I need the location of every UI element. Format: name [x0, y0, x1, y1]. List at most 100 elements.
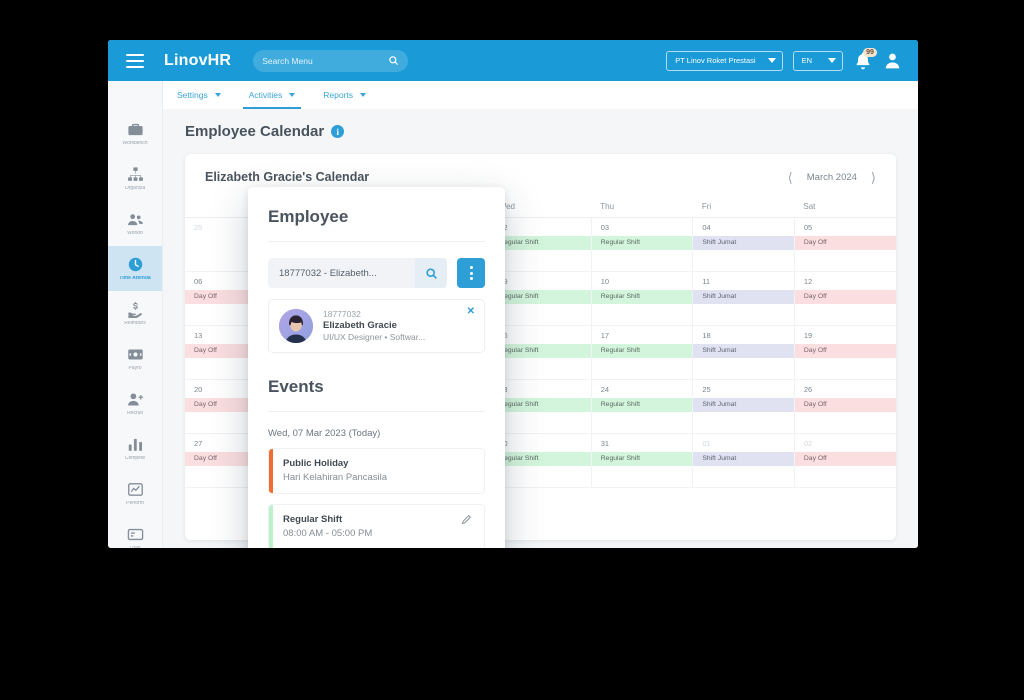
calendar-day-number: 02: [803, 439, 813, 448]
payroll-icon: [127, 349, 143, 360]
calendar-day-number: 30: [490, 434, 591, 452]
chevron-down-icon: [360, 93, 367, 97]
event-title: Public Holiday: [283, 458, 349, 469]
tab-settings-label: Settings: [177, 90, 208, 100]
chevron-left-icon[interactable]: ⟨: [788, 171, 793, 184]
calendar-event-chip[interactable]: Shift Jumat: [693, 344, 794, 359]
tab-settings[interactable]: Settings: [163, 81, 235, 109]
tab-reports[interactable]: Reports: [309, 81, 380, 109]
calendar-day-cell[interactable]: 03 Regular Shift: [591, 217, 694, 272]
search-input[interactable]: [262, 55, 389, 66]
calendar-day-number: 17: [600, 331, 610, 340]
calendar-day-cell[interactable]: 10 Regular Shift: [591, 271, 694, 326]
page-title-text: Employee Calendar: [185, 123, 325, 140]
sidebar-item-workbench[interactable]: Workbench: [108, 111, 162, 156]
sidebar-item-time-attendance[interactable]: Time Attenda: [108, 246, 162, 291]
event-item[interactable]: Regular Shift 08:00 AM - 05:00 PM: [268, 504, 485, 548]
calendar-day-cell[interactable]: 24 Regular Shift: [591, 379, 694, 434]
sidebar-item-workbench-label: Workbench: [122, 140, 148, 146]
employee-search-button[interactable]: [415, 258, 447, 288]
calendar-event-chip[interactable]: Shift Jumat: [693, 452, 794, 467]
page-title: Employee Calendar i: [185, 123, 896, 140]
event-item[interactable]: Public Holiday Hari Kelahiran Pancasila: [268, 448, 485, 494]
sidebar-item-loan[interactable]: Loan: [108, 516, 162, 548]
sidebar-item-performance[interactable]: Perform: [108, 471, 162, 516]
tab-reports-label: Reports: [323, 90, 354, 100]
global-search-box[interactable]: [253, 49, 409, 72]
sidebar-item-organization[interactable]: Organiza: [108, 156, 162, 201]
user-avatar-icon[interactable]: [883, 51, 902, 70]
calendar-event-chip[interactable]: Regular Shift: [490, 344, 591, 359]
calendar-event-chip[interactable]: Day Off: [794, 452, 896, 467]
event-subtitle: Hari Kelahiran Pancasila: [283, 472, 388, 483]
event-item-text: Public Holiday Hari Kelahiran Pancasila: [283, 458, 387, 483]
calendar-day-cell[interactable]: 02 Day Off: [794, 433, 896, 488]
hamburger-menu-icon[interactable]: [126, 53, 144, 68]
tab-activities-label: Activities: [248, 90, 283, 100]
calendar-day-cell[interactable]: 12 Day Off: [794, 271, 896, 326]
more-vertical-icon-dot: [469, 266, 473, 269]
calendar-event-chip[interactable]: Day Off: [794, 344, 896, 359]
calendar-event-chip[interactable]: Regular Shift: [490, 398, 591, 413]
calendar-event-chip[interactable]: Regular Shift: [591, 344, 693, 359]
close-icon[interactable]: ✕: [467, 307, 475, 317]
calendar-day-number: 04: [702, 223, 711, 232]
employee-search-box[interactable]: [268, 258, 447, 288]
info-icon[interactable]: i: [331, 125, 345, 138]
calendar-day-cell[interactable]: 19 Day Off: [794, 325, 896, 380]
company-selector[interactable]: PT Linov Roket Prestasi: [666, 50, 783, 71]
calendar-day-cell[interactable]: 25 Shift Jumat: [692, 379, 795, 434]
calendar-event-chip[interactable]: Regular Shift: [591, 398, 693, 413]
sidebar-item-workforce[interactable]: Workfo: [108, 201, 162, 246]
chevron-right-icon[interactable]: ⟩: [871, 171, 876, 184]
employee-options-button[interactable]: [457, 258, 485, 288]
pencil-icon[interactable]: [461, 514, 472, 525]
tab-activities[interactable]: Activities: [235, 81, 310, 109]
sidebar-item-competency-label: Compete: [124, 455, 146, 461]
sidebar-item-time-attendance-label: Time Attenda: [119, 275, 151, 281]
sidebar-item-competency[interactable]: Compete: [108, 426, 162, 471]
sidebar-item-reimbursement-label: Reimburs: [124, 320, 146, 326]
calendar-day-cell[interactable]: 18 Shift Jumat: [692, 325, 795, 380]
workbench-icon: [127, 123, 143, 135]
calendar-weekday-header: Fri: [692, 196, 795, 218]
calendar-event-chip[interactable]: Regular Shift: [591, 452, 693, 467]
calendar-day-cell[interactable]: 11 Shift Jumat: [692, 271, 795, 326]
screenshot-stage: LinovHR PT Linov Roket Prestasi EN: [0, 0, 1024, 700]
selected-employee-card[interactable]: 18777032 Elizabeth Gracie UI/UX Designer…: [268, 299, 485, 353]
calendar-event-chip[interactable]: Regular Shift: [591, 290, 693, 305]
calendar-day-cell[interactable]: 31 Regular Shift: [591, 433, 694, 488]
calendar-event-chip[interactable]: Regular Shift: [490, 236, 591, 251]
notifications-button[interactable]: 99: [853, 47, 877, 71]
calendar-day-number: 12: [803, 277, 813, 286]
calendar-event-chip[interactable]: Day Off: [794, 236, 896, 251]
logo-text-bold: HR: [207, 51, 232, 69]
calendar-day-cell[interactable]: 05 Day Off: [794, 217, 896, 272]
calendar-event-chip[interactable]: Day Off: [794, 290, 896, 305]
calendar-day-cell[interactable]: 01 Shift Jumat: [692, 433, 795, 488]
app-logo[interactable]: LinovHR: [164, 52, 231, 70]
calendar-event-chip[interactable]: Day Off: [794, 398, 896, 413]
calendar-event-chip[interactable]: Regular Shift: [490, 290, 591, 305]
calendar-day-cell[interactable]: 26 Day Off: [794, 379, 896, 434]
calendar-day-cell[interactable]: 17 Regular Shift: [591, 325, 694, 380]
company-selector-label: PT Linov Roket Prestasi: [675, 56, 756, 65]
calendar-day-cell[interactable]: 04 Shift Jumat: [692, 217, 795, 272]
calendar-weekday-header: Thu: [591, 196, 693, 218]
employee-search-row: [268, 258, 485, 288]
performance-icon: [127, 482, 143, 496]
sidebar-item-payroll[interactable]: Payro: [108, 336, 162, 381]
sidebar-item-reimbursement[interactable]: Reimburs: [108, 291, 162, 336]
calendar-event-chip[interactable]: Regular Shift: [591, 236, 693, 251]
calendar-event-chip[interactable]: Shift Jumat: [693, 290, 794, 305]
event-title: Regular Shift: [283, 514, 343, 525]
employee-search-input[interactable]: [279, 267, 415, 279]
event-subtitle: 08:00 AM - 05:00 PM: [283, 528, 373, 539]
sidebar-item-recruitment[interactable]: Recruit: [108, 381, 162, 426]
calendar-event-chip[interactable]: Shift Jumat: [693, 236, 794, 251]
calendar-event-chip[interactable]: Regular Shift: [490, 452, 591, 467]
language-selector[interactable]: EN: [792, 50, 843, 71]
calendar-day-number: 10: [600, 277, 610, 286]
month-navigation: ⟨ March 2024 ⟩: [788, 171, 876, 184]
calendar-event-chip[interactable]: Shift Jumat: [693, 398, 794, 413]
